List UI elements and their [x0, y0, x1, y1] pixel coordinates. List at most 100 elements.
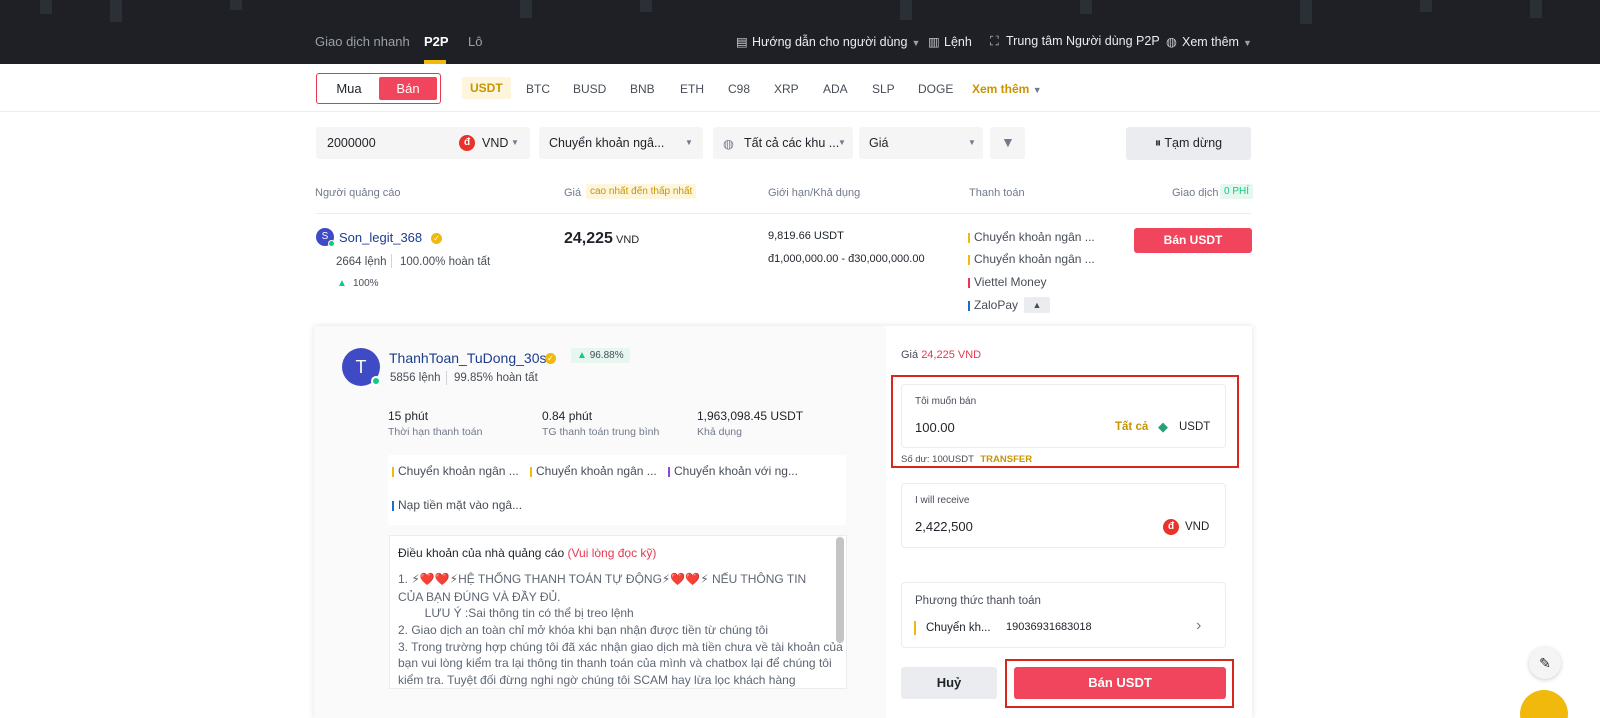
divider — [316, 213, 1251, 214]
coin-busd[interactable]: BUSD — [573, 82, 606, 96]
header-price: Giá — [564, 187, 582, 199]
pause-button[interactable]: ⏸ Tạm dừng — [1126, 127, 1251, 160]
payment-time-limit: 15 phút — [388, 409, 429, 423]
chat-support-icon[interactable] — [1520, 690, 1568, 718]
header-advertiser: Người quảng cáo — [315, 187, 401, 199]
terms-line: bạn vui lòng kiểm tra lại thông tin than… — [398, 656, 832, 670]
chevron-down-icon: ▼ — [968, 138, 976, 147]
top-navigation: Giao dịch nhanh P2P Lô ▤ Hướng dẫn cho ng… — [0, 0, 1600, 64]
receive-box — [901, 483, 1226, 548]
coin-c98[interactable]: C98 — [728, 82, 750, 96]
sell-amount-box[interactable] — [901, 384, 1226, 448]
zero-fee-badge: 0 PHÍ — [1220, 184, 1254, 199]
payment-method-4: ZaloPay — [968, 298, 1018, 312]
coin-bnb[interactable]: BNB — [630, 82, 655, 96]
coin-doge[interactable]: DOGE — [918, 82, 953, 96]
coin-xrp[interactable]: XRP — [774, 82, 799, 96]
chevron-down-icon: ▼ — [838, 138, 846, 147]
coins-more[interactable]: Xem thêm ▼ — [972, 82, 1042, 96]
available-amount: 9,819.66 USDT — [768, 230, 844, 242]
thumbs-up-icon: ▲ — [577, 350, 587, 361]
coin-btc[interactable]: BTC — [526, 82, 550, 96]
verified-icon: ✓ — [545, 351, 556, 365]
terms-line: kiểm tra. Tuyệt đối đừng nghi ngờ chúng … — [398, 673, 796, 687]
terms-line: LƯU Ý :Sai thông tin có thể bị treo lệnh — [398, 606, 634, 620]
sell-usdt-submit-button[interactable]: Bán USDT — [1014, 667, 1226, 699]
edit-icon[interactable]: ✎ — [1529, 647, 1561, 679]
payment-time-limit-label: Thời hạn thanh toán — [388, 426, 483, 438]
payment-filter[interactable]: Chuyển khoản ngâ... ▼ — [539, 127, 703, 159]
payment-method-1: Chuyển khoản ngân ... — [968, 230, 1095, 244]
terms-line: CỦA BẠN ĐÚNG VÀ ĐẦY ĐỦ. — [398, 590, 561, 604]
detail-payment-1: Chuyển khoản ngân ... — [392, 464, 519, 478]
user-center-link[interactable]: ⛶ Trung tâm Người dùng P2P — [990, 34, 1160, 49]
vnd-icon: đ — [1163, 518, 1179, 535]
order-limit: đ1,000,000.00 - đ30,000,000.00 — [768, 253, 925, 265]
detail-advertiser-name[interactable]: ThanhToan_TuDong_30s — [389, 350, 547, 366]
more-menu[interactable]: ◍ Xem thêm ▼ — [1166, 34, 1252, 49]
detail-payment-3: Chuyển khoản với ng... — [668, 464, 798, 478]
listing-price-unit: VND — [616, 234, 640, 246]
terms-scrollbar[interactable] — [836, 537, 844, 643]
filter-button[interactable]: ▼ — [990, 127, 1025, 159]
coin-usdt[interactable]: USDT — [462, 77, 511, 99]
terms-line: 3. Trong trường hợp chúng tôi đã xác nhậ… — [398, 640, 843, 654]
sell-tab[interactable]: Bán — [379, 77, 437, 100]
coin-slp[interactable]: SLP — [872, 82, 895, 96]
region-filter[interactable]: ◍ Tất cả các khu ... ▼ — [713, 127, 853, 159]
pause-icon: ⏸ — [1154, 136, 1162, 150]
receive-amount: 2,422,500 — [915, 519, 973, 534]
buy-sell-toggle: Mua Bán — [316, 73, 441, 104]
region-filter-value: Tất cả các khu ... — [744, 136, 840, 150]
tab-p2p[interactable]: P2P — [424, 34, 449, 49]
coin-eth[interactable]: ETH — [680, 82, 704, 96]
amount-input[interactable]: 2000000 — [327, 136, 376, 150]
sell-amount-label: Tôi muốn bán — [915, 396, 977, 407]
transfer-link[interactable]: TRANSFER — [980, 454, 1032, 465]
tab-quick-trade[interactable]: Giao dịch nhanh — [315, 34, 410, 49]
receive-label: I will receive — [915, 495, 970, 506]
rating-badge: ▲ 96.88% — [571, 348, 630, 363]
vnd-icon: đ — [459, 134, 475, 151]
chevron-right-icon[interactable]: › — [1196, 617, 1201, 635]
header-limit: Giới hạn/Khả dụng — [768, 187, 861, 199]
amount-filter[interactable]: 2000000 đ VND ▼ — [316, 127, 530, 159]
sort-filter[interactable]: Giá ▼ — [859, 127, 983, 159]
completion-rate: 100.00% hoàn tất — [400, 256, 491, 268]
sell-usdt-listing-button[interactable]: Bán USDT — [1134, 228, 1252, 253]
guide-menu[interactable]: ▤ Hướng dẫn cho người dùng ▼ — [736, 34, 920, 49]
online-indicator — [371, 376, 381, 386]
collapse-chevron-icon[interactable]: ▲ — [1024, 297, 1050, 313]
background-candles — [0, 0, 1600, 64]
detail-payment-2: Chuyển khoản ngân ... — [530, 464, 657, 478]
terms-line: 2. Giao dịch an toàn chỉ mở khóa khi bạn… — [398, 623, 769, 637]
sell-unit: USDT — [1179, 421, 1211, 433]
sort-filter-value: Giá — [869, 136, 889, 150]
usdt-icon: ◆ — [1158, 419, 1168, 434]
receive-unit: VND — [1185, 521, 1210, 533]
cancel-button[interactable]: Huỷ — [901, 667, 997, 699]
thumbs-up-icon: ▲ — [337, 278, 347, 289]
payment-filter-value: Chuyển khoản ngâ... — [549, 136, 665, 150]
sell-amount-input[interactable]: 100.00 — [915, 420, 955, 435]
positive-rating: 100% — [353, 278, 379, 289]
header-payment: Thanh toán — [969, 187, 1025, 199]
currency-select[interactable]: VND — [482, 136, 508, 150]
advertiser-name[interactable]: Son_legit_368 — [339, 230, 422, 245]
header-trade: Giao dịch — [1172, 187, 1219, 199]
orders-link[interactable]: ▥ Lệnh — [928, 34, 972, 49]
globe-icon: ◍ — [1166, 35, 1177, 49]
buy-tab[interactable]: Mua — [321, 77, 377, 100]
average-payment-time: 0.84 phút — [542, 409, 593, 423]
user-center-icon: ⛶ — [990, 34, 999, 48]
payment-method-selected: Chuyển kh... — [914, 620, 991, 635]
tab-block[interactable]: Lô — [468, 34, 482, 49]
sell-all-button[interactable]: Tất cả — [1115, 421, 1148, 433]
payment-method-selector[interactable] — [901, 582, 1226, 648]
payment-method-2: Chuyển khoản ngân ... — [968, 252, 1095, 266]
coin-ada[interactable]: ADA — [823, 82, 848, 96]
detail-order-count: 5856 lệnh — [390, 372, 441, 384]
price-sort-badge[interactable]: cao nhất đến thấp nhất — [586, 184, 697, 199]
chevron-down-icon: ▼ — [911, 38, 921, 48]
chevron-down-icon: ▼ — [685, 138, 693, 147]
